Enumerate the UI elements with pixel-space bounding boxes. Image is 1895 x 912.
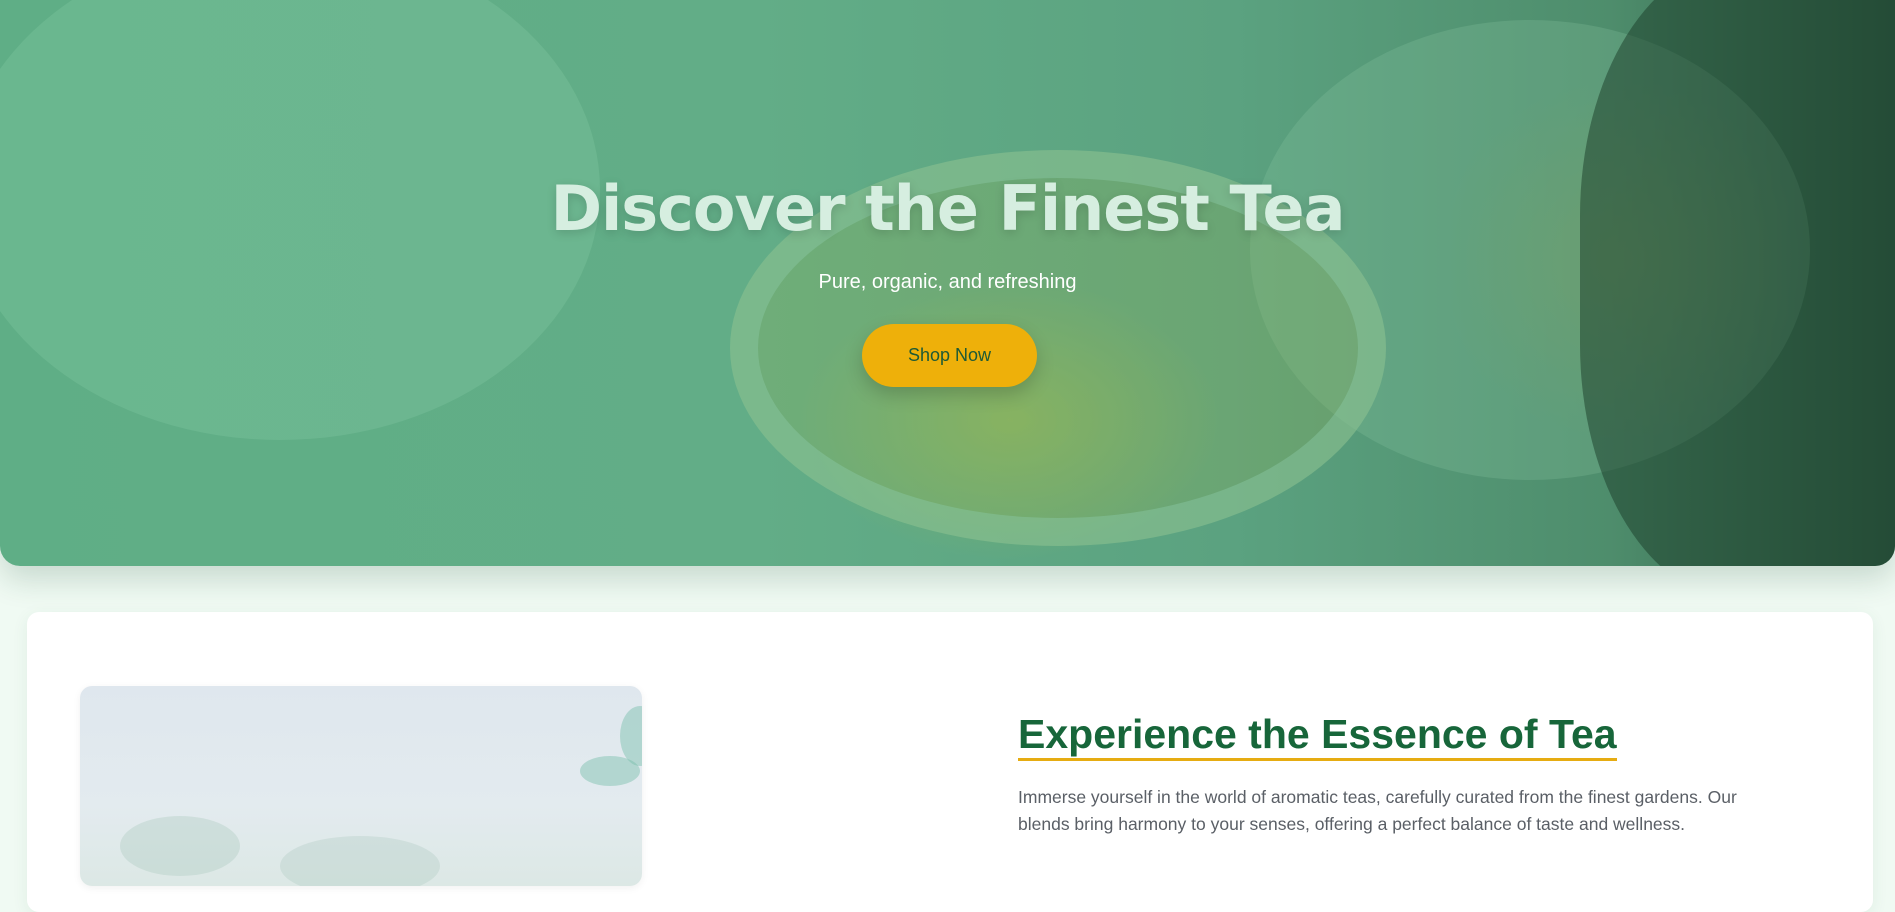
shop-now-button[interactable]: Shop Now (862, 324, 1037, 387)
leaf-shape (120, 816, 240, 876)
hero-title: Discover the Finest Tea (550, 172, 1346, 245)
leaf-shape (280, 836, 440, 886)
leaf-shape (580, 756, 640, 786)
hero-banner: Discover the Finest Tea Pure, organic, a… (0, 0, 1895, 566)
section-description: Immerse yourself in the world of aromati… (1018, 787, 1737, 834)
tea-leaves-image (80, 686, 642, 886)
hero-subtitle: Pure, organic, and refreshing (818, 271, 1077, 293)
section-title: Experience the Essence of Tea (1018, 710, 1617, 761)
